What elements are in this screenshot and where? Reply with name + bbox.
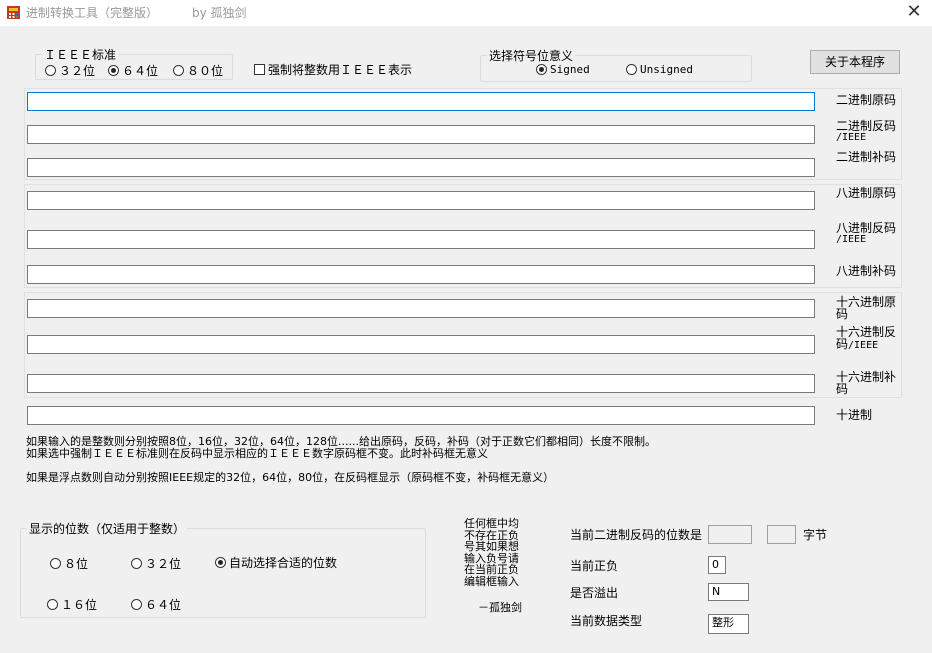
binary-ones-label: 二进制反码/IEEE	[836, 119, 897, 143]
digits-64bit-radio[interactable]: ６４位	[131, 596, 181, 613]
binary-twos-label: 二进制补码	[836, 150, 897, 164]
sign-hint-text: 任何框中均 不存在正负 号其如果想 输入负号请 在当前正负 编辑框输入	[464, 517, 519, 588]
force-ieee-checkbox[interactable]: 强制将整数用ＩＥＥＥ表示	[254, 61, 412, 78]
display-digits-legend: 显示的位数（仅适用于整数）	[29, 522, 186, 536]
radio-icon	[131, 599, 142, 610]
octal-twos-label: 八进制补码	[836, 264, 897, 278]
hex-twos-input[interactable]	[27, 374, 815, 393]
current-sign-label: 当前正负	[570, 559, 619, 573]
overflow-value: N	[708, 583, 749, 601]
bytes-count-value	[767, 525, 796, 544]
ieee-64bit-radio[interactable]: ６４位	[108, 62, 158, 79]
close-icon[interactable]: ✕	[904, 2, 924, 22]
digits-32bit-radio[interactable]: ３２位	[131, 555, 181, 572]
octal-ones-input[interactable]	[27, 230, 815, 249]
radio-selected-icon	[536, 64, 547, 75]
checkbox-icon	[254, 64, 265, 75]
ieee-80bit-radio[interactable]: ８０位	[173, 62, 223, 79]
digits-8bit-radio[interactable]: ８位	[50, 555, 88, 572]
decimal-label: 十进制	[836, 408, 873, 422]
ieee-32bit-radio[interactable]: ３２位	[45, 62, 95, 79]
radio-icon	[626, 64, 637, 75]
hex-ones-label: 十六进制反 码/IEEE	[836, 325, 897, 351]
note-force-ieee: 如果选中强制ＩＥＥＥ标准则在反码中显示相应的ＩＥＥＥ数字原码框不变。此时补码框无…	[26, 447, 488, 460]
octal-ones-label: 八进制反码/IEEE	[836, 221, 897, 245]
about-button[interactable]: 关于本程序	[810, 50, 900, 74]
hex-original-input[interactable]	[27, 299, 815, 318]
radio-selected-icon	[215, 557, 226, 568]
overflow-label: 是否溢出	[570, 586, 619, 600]
binary-original-input[interactable]	[27, 92, 815, 111]
radio-icon	[131, 558, 142, 569]
data-type-value: 整形	[708, 614, 749, 634]
calculator-app-icon	[7, 6, 20, 19]
note-float: 如果是浮点数则自动分别按照IEEE规定的32位，64位，80位，在反码框显示（原…	[26, 471, 555, 484]
radio-selected-icon	[108, 65, 119, 76]
octal-original-input[interactable]	[27, 191, 815, 210]
signed-radio[interactable]: Signed	[536, 63, 590, 76]
hex-twos-label: 十六进制补码	[836, 370, 897, 396]
digits-16bit-radio[interactable]: １６位	[47, 596, 97, 613]
hint-signoff: －孤独剑	[478, 601, 522, 614]
data-type-label: 当前数据类型	[570, 614, 643, 628]
window-author: by 孤独剑	[192, 6, 247, 20]
hex-ones-input[interactable]	[27, 335, 815, 354]
radio-icon	[50, 558, 61, 569]
binary-twos-input[interactable]	[27, 158, 815, 177]
digits-auto-radio[interactable]: 自动选择合适的位数	[215, 554, 337, 571]
radio-icon	[45, 65, 56, 76]
binary-ones-input[interactable]	[27, 125, 815, 144]
radio-icon	[173, 65, 184, 76]
ieee-standard-legend: ＩＥＥＥ标准	[44, 48, 117, 62]
window-title: 进制转换工具（完整版）	[26, 6, 159, 20]
radio-icon	[47, 599, 58, 610]
current-sign-input[interactable]: 0	[708, 556, 726, 574]
bits-count-value	[708, 525, 752, 544]
octal-original-label: 八进制原码	[836, 186, 897, 200]
sign-bit-group: 选择符号位意义	[480, 47, 752, 82]
unsigned-radio[interactable]: Unsigned	[626, 63, 693, 76]
binary-original-label: 二进制原码	[836, 93, 897, 107]
decimal-input[interactable]	[27, 406, 815, 425]
octal-twos-input[interactable]	[27, 265, 815, 284]
bits-count-label: 当前二进制反码的位数是	[570, 528, 703, 542]
sign-bit-legend: 选择符号位意义	[489, 49, 574, 63]
hex-original-label: 十六进制原码	[836, 295, 897, 321]
bytes-unit-label: 字节	[803, 528, 828, 542]
